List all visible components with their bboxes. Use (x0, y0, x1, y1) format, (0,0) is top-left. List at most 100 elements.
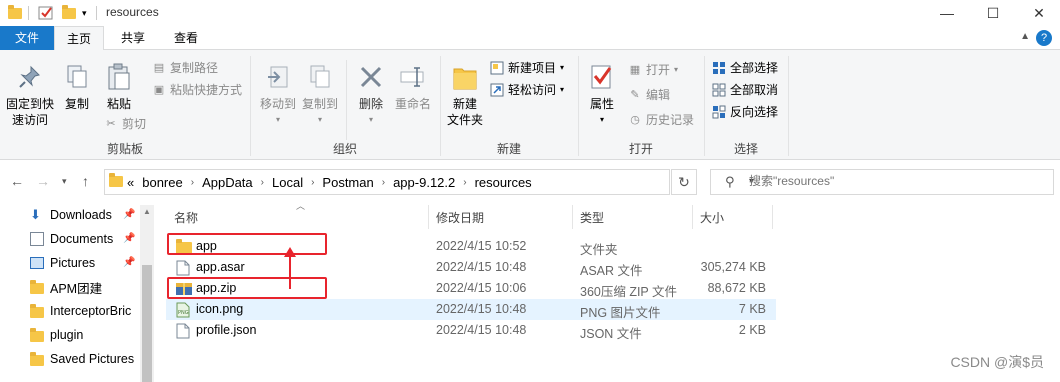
breadcrumb-item[interactable]: Local (272, 175, 303, 190)
minimize-icon[interactable]: — (924, 0, 970, 26)
breadcrumb-item[interactable]: Postman (322, 175, 373, 190)
pin-icon[interactable]: 📌 (123, 209, 135, 220)
breadcrumb-item[interactable]: resources (475, 175, 532, 190)
copy-icon (62, 62, 92, 92)
divider (96, 6, 97, 20)
pin-label: 固定到快 速访问 (5, 97, 54, 127)
edit-label: 编辑 (646, 88, 671, 102)
tab-view[interactable]: 查看 (160, 26, 212, 50)
file-name: icon.png (196, 302, 244, 316)
column-header-name[interactable]: 名称 (174, 209, 198, 226)
divider (28, 6, 29, 20)
copy-button[interactable]: 复制 (60, 62, 94, 112)
file-size: 305,274 KB (700, 260, 766, 274)
paste-shortcut-button[interactable]: ▣ 粘贴快捷方式 (152, 82, 242, 98)
chevron-right-icon[interactable]: › (311, 175, 314, 190)
select-none-button[interactable]: 全部取消 (712, 82, 778, 98)
scroll-up-icon[interactable]: ▲ (143, 207, 151, 216)
history-button[interactable]: ◷ 历史记录 (628, 112, 694, 128)
nav-item-folder[interactable]: Saved Pictures (30, 347, 140, 371)
scrollbar-thumb[interactable] (142, 265, 152, 382)
chevron-right-icon[interactable]: › (382, 175, 385, 190)
forward-arrow-icon[interactable]: → (36, 173, 50, 189)
picture-icon (30, 257, 44, 269)
paste-shortcut-icon: ▣ (153, 84, 165, 96)
help-icon[interactable]: ? (1036, 30, 1052, 46)
table-row[interactable]: profile.json 2022/4/15 10:48 JSON 文件 2 K… (166, 320, 776, 341)
divider[interactable] (428, 205, 429, 229)
red-arrow-up-icon (284, 247, 296, 289)
chevron-right-icon[interactable]: › (261, 175, 264, 190)
refresh-icon[interactable]: ↻ (671, 169, 697, 195)
easy-access-icon (490, 83, 504, 97)
back-arrow-icon[interactable]: ← (10, 173, 24, 189)
easy-access-button[interactable]: 轻松访问 ▾ (490, 82, 564, 98)
customize-toolbar-icon[interactable]: ▾ (82, 4, 87, 22)
breadcrumb-item[interactable]: AppData (202, 175, 253, 190)
open-button[interactable]: ▦ 打开 ▾ (628, 62, 678, 78)
new-item-button[interactable]: 新建项目 ▾ (490, 60, 564, 76)
file-type: 文件夹 (580, 243, 618, 257)
file-type: 360压缩 ZIP 文件 (580, 285, 678, 299)
copy-to-button[interactable]: 复制到 ▾ (300, 62, 340, 128)
history-icon: ◷ (630, 114, 640, 126)
delete-x-icon (356, 62, 386, 92)
search-box[interactable]: ⚲ (710, 169, 1054, 195)
paste-button[interactable]: 粘贴 (102, 62, 136, 112)
select-none-icon (712, 83, 726, 97)
pin-to-quick-access-button[interactable]: 固定到快 速访问 (4, 62, 56, 128)
properties-button[interactable]: 属性 ▾ (584, 62, 620, 128)
table-row[interactable]: app.asar 2022/4/15 10:48 ASAR 文件 305,274… (166, 257, 776, 278)
navigation-scrollbar[interactable]: ▲ (140, 205, 154, 382)
watermark: CSDN @演$员 (950, 354, 1044, 370)
divider[interactable] (572, 205, 573, 229)
up-arrow-icon[interactable]: ↑ (82, 173, 89, 189)
chevron-right-icon[interactable]: › (191, 175, 194, 190)
edit-icon: ✎ (630, 89, 640, 101)
copy-path-button[interactable]: ▤ 复制路径 (152, 60, 218, 76)
breadcrumb-item[interactable]: bonree (142, 175, 182, 190)
nav-item-folder[interactable]: InterceptorBric (30, 299, 140, 323)
table-row[interactable]: PNG icon.png 2022/4/15 10:48 PNG 图片文件 7 … (166, 299, 776, 320)
tab-home[interactable]: 主页 (54, 26, 104, 51)
divider[interactable] (772, 205, 773, 229)
column-header-type[interactable]: 类型 (580, 209, 604, 226)
file-date: 2022/4/15 10:06 (436, 281, 527, 295)
copy-label: 复制 (64, 97, 89, 111)
tab-share[interactable]: 共享 (108, 26, 158, 50)
breadcrumb-overflow[interactable]: « (127, 175, 134, 190)
cut-button[interactable]: ✂ 剪切 (104, 116, 146, 132)
close-icon[interactable]: ✕ (1016, 0, 1060, 26)
invert-selection-button[interactable]: 反向选择 (712, 104, 778, 120)
tab-file[interactable]: 文件 (0, 26, 54, 50)
properties-check-icon[interactable] (38, 4, 54, 22)
title-bar: ▾ resources — ☐ ✕ (0, 0, 1060, 26)
rename-button[interactable]: 重命名 (392, 62, 434, 112)
move-to-button[interactable]: 移动到 ▾ (258, 62, 298, 128)
divider[interactable] (692, 205, 693, 229)
maximize-icon[interactable]: ☐ (970, 0, 1016, 26)
address-bar[interactable]: « bonree › AppData › Local › Postman › a… (104, 169, 754, 195)
copy-to-label: 复制到 (301, 97, 338, 111)
pin-icon[interactable]: 📌 (123, 257, 135, 268)
column-header-date[interactable]: 修改日期 (436, 209, 484, 226)
delete-button[interactable]: 删除 ▾ (354, 62, 388, 128)
search-input[interactable] (749, 174, 1039, 188)
edit-button[interactable]: ✎ 编辑 (628, 87, 670, 103)
column-header-size[interactable]: 大小 (700, 209, 724, 226)
chevron-right-icon[interactable]: › (463, 175, 466, 190)
recent-locations-chevron-icon[interactable]: ▾ (62, 176, 67, 187)
nav-item-label: plugin (50, 328, 84, 342)
breadcrumb-item[interactable]: app-9.12.2 (393, 175, 455, 190)
select-all-button[interactable]: 全部选择 (712, 60, 778, 76)
nav-item-folder[interactable]: APM团建 (30, 275, 140, 299)
new-folder-button[interactable]: 新建 文件夹 (446, 62, 484, 128)
select-all-label: 全部选择 (730, 61, 779, 75)
new-folder-quick-icon[interactable] (62, 4, 76, 22)
nav-item-folder[interactable]: plugin (30, 323, 140, 347)
document-icon (30, 232, 44, 246)
download-arrow-icon: ⬇ (30, 207, 41, 222)
chevron-up-icon[interactable]: ▲ (1020, 31, 1030, 42)
pin-icon[interactable]: 📌 (123, 233, 135, 244)
file-icon (176, 260, 192, 276)
